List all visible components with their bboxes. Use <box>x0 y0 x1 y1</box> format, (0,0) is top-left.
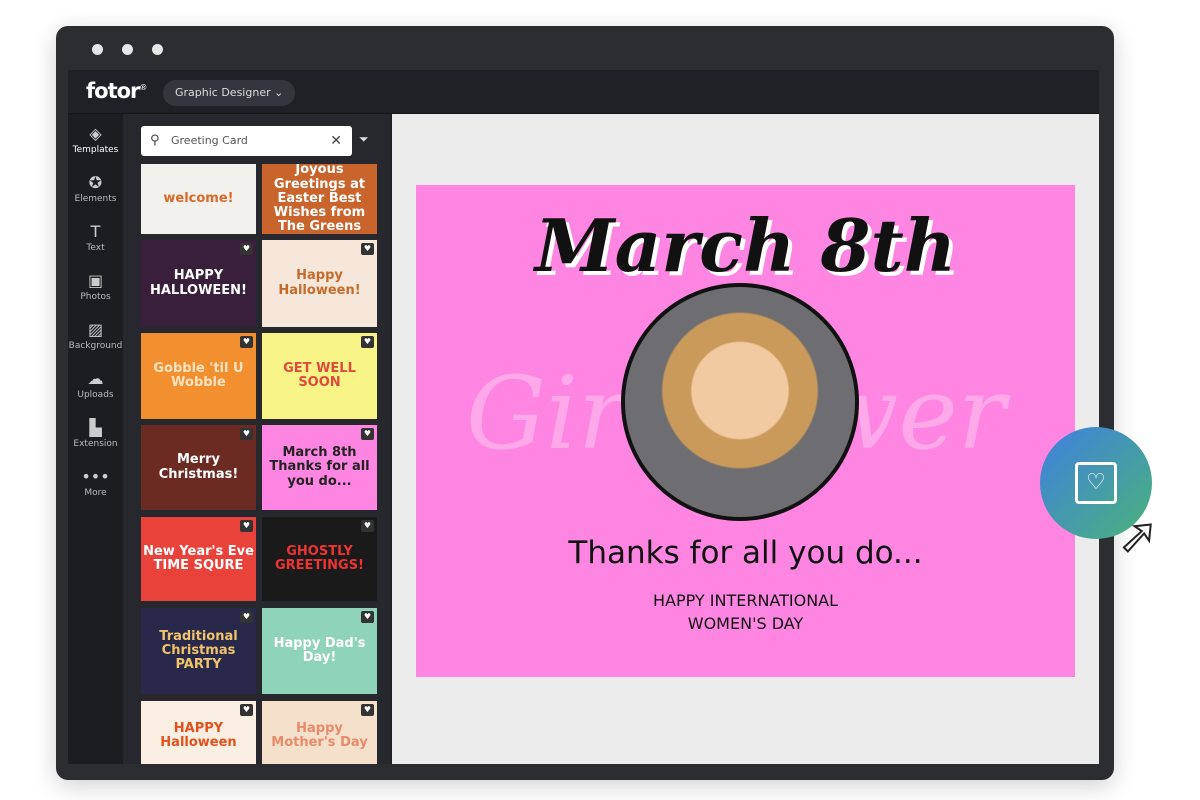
sidebar-item-label: Extension <box>73 439 118 449</box>
favorite-icon[interactable]: ♥ <box>240 611 253 623</box>
window-frame: fotor® Graphic Designer ⌄ ◈ Templates ✪ Ele… <box>56 26 1114 780</box>
sidebar-item-label: Uploads <box>77 390 114 400</box>
template-thumbnail[interactable]: GHOSTLY GREETINGS! ♥ <box>262 517 377 601</box>
thumbnail-text: Happy Halloween! <box>278 268 361 298</box>
window-dot <box>152 44 163 55</box>
card-title[interactable]: March 8th <box>416 203 1075 288</box>
sidebar-item-templates[interactable]: ◈ Templates <box>68 124 123 155</box>
sidebar-item-elements[interactable]: ✪ Elements <box>68 173 123 204</box>
thumbnail-text: welcome! <box>163 190 234 206</box>
thumbnail-text: New Year's Eve TIME SQURE <box>143 543 254 573</box>
favorite-icon[interactable]: ♥ <box>361 611 374 623</box>
thumbnail-text: Happy Mother's Day <box>271 720 368 750</box>
template-thumbnail[interactable]: New Year's Eve TIME SQURE ♥ <box>141 517 256 601</box>
template-thumbnail[interactable]: HAPPY Halloween ♥ <box>141 701 256 764</box>
text-icon: T <box>90 222 101 241</box>
portrait-photo[interactable] <box>621 283 859 521</box>
template-thumbnail[interactable]: GET WELL SOON ♥ <box>262 333 377 419</box>
favorite-icon[interactable]: ♥ <box>361 704 374 716</box>
template-thumbnail[interactable]: Merry Christmas! ♥ <box>141 425 256 510</box>
favorite-icon[interactable]: ♥ <box>240 520 253 532</box>
template-thumbnail[interactable]: Happy Halloween! ♥ <box>262 240 377 327</box>
sidebar-item-more[interactable]: ••• More <box>68 467 123 498</box>
thumbnail-text: Merry Christmas! <box>158 452 239 482</box>
canvas-area: Girl Power March 8th Thanks for all you … <box>392 114 1099 764</box>
card-thanks[interactable]: Thanks for all you do... <box>416 535 1075 571</box>
favorite-icon[interactable]: ♥ <box>240 704 253 716</box>
template-thumbnail[interactable]: HAPPY HALLOWEEN! ♥ <box>141 240 256 327</box>
sidebar-item-label: Background <box>68 341 123 351</box>
template-thumbnail[interactable]: March 8th Thanks for all you do... ♥ <box>262 425 377 510</box>
cloud-upload-icon: ☁ <box>87 369 104 388</box>
favorite-icon[interactable]: ♥ <box>240 336 253 348</box>
mode-label: Graphic Designer <box>175 86 271 99</box>
favorite-icon[interactable]: ♥ <box>361 520 374 532</box>
thumbnail-text: GHOSTLY GREETINGS! <box>275 543 364 573</box>
star-icon: ✪ <box>88 173 103 192</box>
thumbnail-text: Gobble 'til U Wobble <box>153 360 244 390</box>
favorite-icon[interactable]: ♥ <box>240 428 253 440</box>
app: fotor® Graphic Designer ⌄ ◈ Templates ✪ Ele… <box>68 70 1099 764</box>
clear-icon[interactable]: ✕ <box>330 126 342 156</box>
favorite-icon[interactable]: ♥ <box>361 336 374 348</box>
search-value: Greeting Card <box>171 134 248 147</box>
thumbnail-text: March 8th Thanks for all you do... <box>269 445 370 489</box>
sidebar-item-label: Photos <box>80 292 111 302</box>
more-icon: ••• <box>81 467 110 486</box>
template-thumbnail[interactable]: Happy Dad's Day! ♥ <box>262 608 377 694</box>
thumbnail-text: Joyous Greetings at Easter Best Wishes f… <box>273 164 366 234</box>
template-thumbnail[interactable]: Gobble 'til U Wobble ♥ <box>141 333 256 419</box>
design-card[interactable]: Girl Power March 8th Thanks for all you … <box>416 185 1075 677</box>
thumbnail-text: HAPPY Halloween <box>160 720 237 750</box>
logo-text: fotor <box>86 79 140 103</box>
sidebar-item-label: Text <box>86 243 105 253</box>
template-thumbnail[interactable]: Joyous Greetings at Easter Best Wishes f… <box>262 164 377 234</box>
template-thumbnail[interactable]: Happy Mother's Day ♥ <box>262 701 377 764</box>
card-subtitle[interactable]: HAPPY INTERNATIONAL WOMEN'S DAY <box>416 589 1075 635</box>
sidebar-item-background[interactable]: ▨ Background <box>68 320 123 351</box>
photo-icon: ▣ <box>87 271 104 290</box>
window-dot <box>92 44 103 55</box>
template-thumbnail[interactable]: Traditional Christmas PARTY ♥ <box>141 608 256 694</box>
top-bar: fotor® Graphic Designer ⌄ <box>68 70 1099 114</box>
thumbnail-text: HAPPY HALLOWEEN! <box>149 268 247 298</box>
favorite-icon[interactable]: ♥ <box>361 243 374 255</box>
logo[interactable]: fotor® <box>86 79 147 103</box>
templates-panel: ⚲ Greeting Card ✕ ⏷ welcome! Joyous Greet… <box>123 114 390 764</box>
template-thumbnail[interactable]: welcome! <box>141 164 256 234</box>
cursor-icon: ➚ <box>1117 507 1159 565</box>
sidebar-item-label: More <box>84 488 107 498</box>
thumbnail-text: GET WELL SOON <box>283 360 356 390</box>
sidebar-item-uploads[interactable]: ☁ Uploads <box>68 369 123 400</box>
sidebar-rail: ◈ Templates ✪ Elements T Text ▣ Photos ▨ Backgrou… <box>68 114 123 764</box>
search-input[interactable]: ⚲ Greeting Card ✕ <box>141 126 352 156</box>
subtitle-line: HAPPY INTERNATIONAL <box>652 591 839 610</box>
thumbnail-text: Happy Dad's Day! <box>273 635 366 665</box>
search-icon: ⚲ <box>150 133 160 148</box>
sidebar-item-photos[interactable]: ▣ Photos <box>68 271 123 302</box>
sidebar-item-extension[interactable]: ▙ Extension <box>68 418 123 449</box>
sidebar-item-text[interactable]: T Text <box>68 222 123 253</box>
window-dot <box>122 44 133 55</box>
filter-icon[interactable]: ⏷ <box>359 132 369 147</box>
layers-icon: ◈ <box>89 124 102 143</box>
stripes-icon: ▨ <box>87 320 104 339</box>
thumbnail-text: Traditional Christmas PARTY <box>159 628 238 673</box>
sidebar-item-label: Elements <box>74 194 117 204</box>
subtitle-line: WOMEN'S DAY <box>687 614 804 633</box>
sidebar-item-label: Templates <box>72 145 119 155</box>
favorite-icon[interactable]: ♥ <box>240 243 253 255</box>
mode-dropdown[interactable]: Graphic Designer ⌄ <box>163 80 296 106</box>
puzzle-icon: ▙ <box>89 418 102 437</box>
favorite-icon[interactable]: ♥ <box>361 428 374 440</box>
heart-frame-icon: ♡ <box>1075 462 1117 504</box>
